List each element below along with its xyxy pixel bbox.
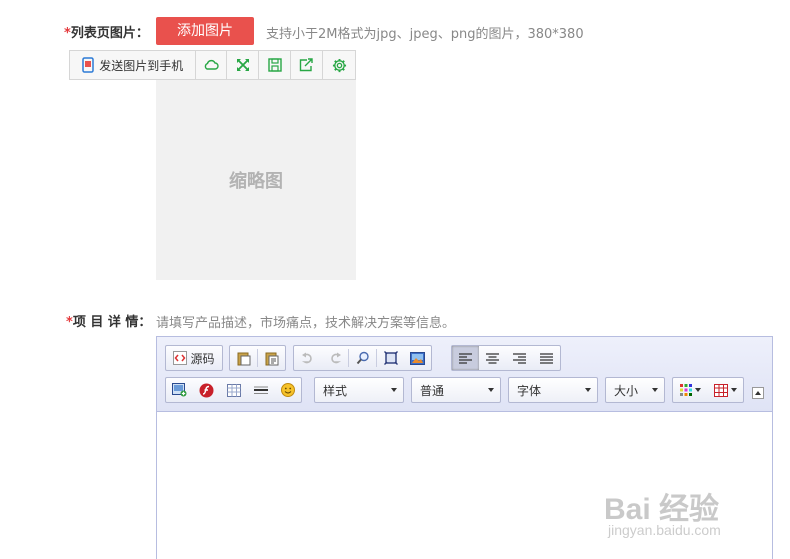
background-grid-icon [714, 383, 728, 397]
image-insert-button[interactable] [404, 346, 431, 370]
send-to-phone-button[interactable]: 发送图片到手机 [70, 51, 196, 79]
align-left-button[interactable] [452, 346, 479, 370]
share-icon [299, 58, 313, 72]
background-color-button[interactable] [708, 378, 743, 402]
format-select[interactable]: 普通 [411, 377, 501, 403]
details-hint: 请填写产品描述，市场痛点，技术解决方案等信息。 [156, 316, 456, 331]
cloud-icon [204, 59, 219, 70]
clipboard-group [229, 345, 286, 371]
list-image-label: *列表页图片： [64, 22, 149, 41]
format-select-value: 普通 [420, 383, 445, 398]
chevron-down-icon [585, 388, 591, 392]
share-button[interactable] [291, 51, 324, 79]
emoji-button[interactable] [274, 378, 301, 402]
image-toolbar: 发送图片到手机 [69, 50, 356, 80]
alignment-group [451, 345, 561, 371]
insert-image-icon [172, 383, 187, 397]
font-select-value: 字体 [517, 383, 542, 398]
find-button[interactable] [349, 346, 376, 370]
align-justify-icon [540, 352, 553, 364]
list-image-label-text: 列表页图片： [70, 26, 149, 41]
paste-text-button[interactable] [258, 346, 285, 370]
phone-icon [82, 57, 95, 73]
chevron-down-icon [488, 388, 494, 392]
save-icon [268, 58, 282, 72]
source-label: 源码 [190, 351, 215, 366]
details-label-text: 项 目 详 情： [72, 315, 152, 330]
required-mark: * [66, 315, 73, 330]
expand-icon [236, 59, 249, 71]
watermark-url: jingyan.baidu.com [608, 522, 721, 538]
paste-icon [237, 352, 250, 365]
size-select[interactable]: 大小 [605, 377, 665, 403]
insert-group [165, 377, 302, 403]
align-justify-button[interactable] [533, 346, 560, 370]
collapse-toolbar-button[interactable] [752, 387, 764, 399]
editor-toolbar: 源码 样式 普通 字体 大小 [157, 337, 772, 412]
table-icon [226, 383, 241, 397]
chevron-down-icon [731, 388, 737, 392]
style-select-value: 样式 [323, 383, 348, 398]
align-center-icon [486, 352, 499, 364]
thumbnail-placeholder: 缩略图 [156, 80, 356, 280]
cloud-button[interactable] [196, 51, 228, 79]
save-button[interactable] [259, 51, 292, 79]
chevron-up-icon [755, 391, 761, 395]
align-right-icon [513, 352, 526, 364]
maximize-icon [383, 351, 398, 365]
maximize-button[interactable] [377, 346, 404, 370]
search-icon [356, 351, 369, 365]
redo-button[interactable] [321, 346, 348, 370]
size-select-value: 大小 [614, 383, 639, 398]
chevron-down-icon [391, 388, 397, 392]
color-group [672, 377, 744, 403]
required-mark: * [64, 26, 71, 41]
source-group: 源码 [165, 345, 223, 371]
history-group [293, 345, 432, 371]
table-button[interactable] [220, 378, 247, 402]
image-icon [410, 351, 425, 365]
send-to-phone-label: 发送图片到手机 [99, 58, 184, 73]
flash-icon [199, 383, 214, 397]
redo-icon [330, 352, 341, 364]
align-center-button[interactable] [479, 346, 506, 370]
horizontal-rule-icon [253, 386, 268, 394]
undo-button[interactable] [294, 346, 321, 370]
align-right-button[interactable] [506, 346, 533, 370]
source-code-icon [173, 351, 188, 365]
add-image-button[interactable]: 添加图片 [156, 17, 254, 45]
undo-icon [301, 352, 312, 364]
thumbnail-label: 缩略图 [229, 171, 283, 192]
chevron-down-icon [652, 388, 658, 392]
paste-button[interactable] [230, 346, 257, 370]
insert-image-button[interactable] [166, 378, 193, 402]
font-select[interactable]: 字体 [508, 377, 598, 403]
style-select[interactable]: 样式 [314, 377, 404, 403]
expand-button[interactable] [227, 51, 260, 79]
gear-icon [332, 58, 346, 72]
source-button[interactable]: 源码 [166, 346, 222, 370]
details-label: *项 目 详 情： [66, 311, 151, 330]
settings-button[interactable] [323, 51, 355, 79]
text-color-button[interactable] [673, 378, 708, 402]
image-hint: 支持小于2M格式为jpg、jpeg、png的图片，380*380 [266, 27, 584, 42]
paste-text-icon [265, 352, 278, 365]
color-palette-icon [680, 384, 692, 396]
smiley-icon [280, 383, 295, 397]
flash-button[interactable] [193, 378, 220, 402]
horizontal-rule-button[interactable] [247, 378, 274, 402]
align-left-icon [459, 352, 472, 364]
chevron-down-icon [695, 388, 701, 392]
